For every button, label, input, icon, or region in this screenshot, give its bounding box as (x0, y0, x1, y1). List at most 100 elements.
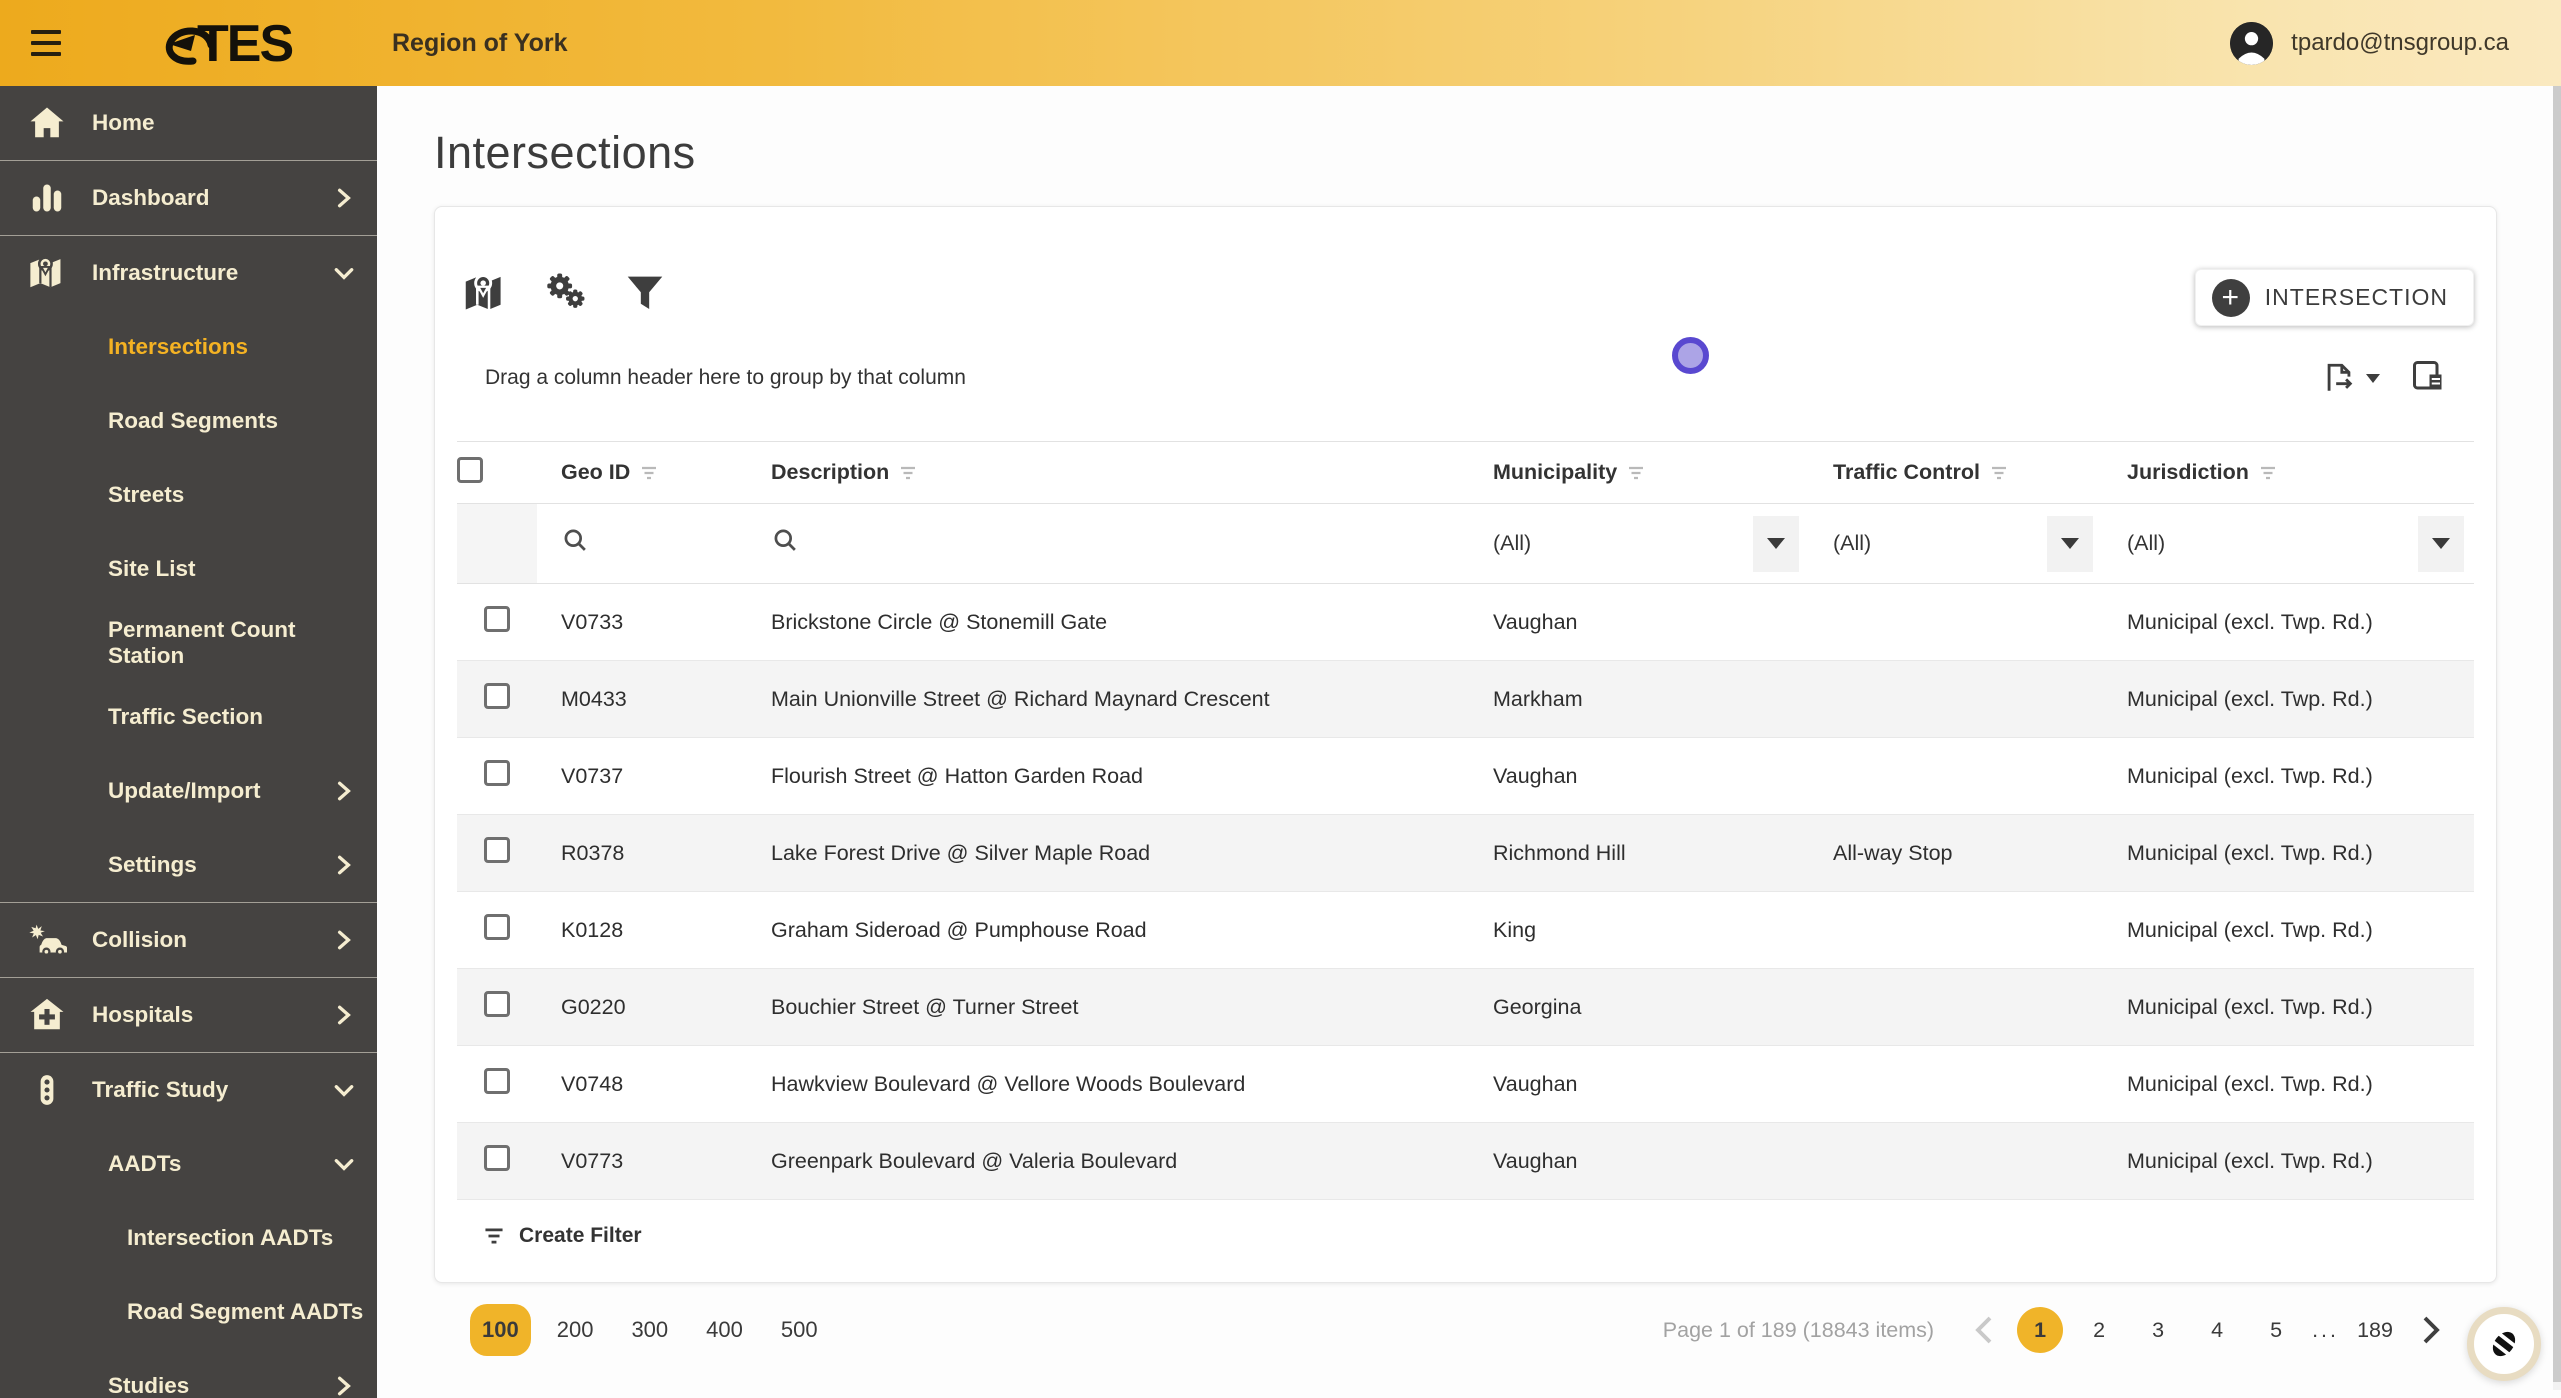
sidebar-item-road-segments[interactable]: Road Segments (0, 384, 377, 458)
hospital-icon (27, 995, 67, 1035)
user-avatar-icon[interactable] (2230, 21, 2274, 65)
row-checkbox[interactable] (484, 837, 510, 863)
description-search-field[interactable] (747, 503, 1469, 584)
table-row[interactable]: V0773 Greenpark Boulevard @ Valeria Boul… (457, 1122, 2474, 1200)
select-all-checkbox[interactable] (457, 456, 483, 483)
page-number-button[interactable]: 5 (2253, 1307, 2299, 1353)
column-header-municipality[interactable]: Municipality (1469, 441, 1809, 504)
page-size-button[interactable]: 200 (545, 1304, 606, 1356)
floating-action-button[interactable] (2467, 1307, 2541, 1381)
row-checkbox[interactable] (484, 991, 510, 1017)
sidebar-item-dashboard[interactable]: Dashboard (0, 161, 377, 235)
geo-id-search-field[interactable] (537, 503, 747, 584)
dropdown-arrow-icon[interactable] (1753, 515, 1799, 572)
page-size-selector: 100 200 300 400 500 (470, 1304, 830, 1356)
column-header-jurisdiction[interactable]: Jurisdiction (2103, 441, 2474, 504)
column-filter-icon[interactable] (1627, 465, 1645, 481)
column-header-geo-id[interactable]: Geo ID (537, 441, 747, 504)
row-checkbox[interactable] (484, 606, 510, 632)
chevron-right-icon (333, 1004, 355, 1026)
add-intersection-button[interactable]: + INTERSECTION (2194, 269, 2474, 326)
page-number-button[interactable]: 4 (2194, 1307, 2240, 1353)
sidebar-item-road-segment-aadts[interactable]: Road Segment AADTs (0, 1275, 377, 1349)
column-header-description[interactable]: Description (747, 441, 1469, 504)
collision-icon (27, 920, 67, 960)
search-icon (774, 529, 796, 551)
page-number-button[interactable]: 2 (2076, 1307, 2122, 1353)
dropdown-arrow-icon[interactable] (2047, 515, 2093, 572)
tes-logo[interactable]: TES (92, 0, 378, 86)
table-filter-row: (All) (All) (All) (457, 503, 2474, 584)
sidebar-item-aadts[interactable]: AADTs (0, 1127, 377, 1201)
row-checkbox[interactable] (484, 683, 510, 709)
traffic-light-icon (27, 1070, 67, 1110)
column-filter-icon[interactable] (1990, 465, 2008, 481)
scrollbar-thumb[interactable] (2553, 86, 2561, 1382)
dropdown-arrow-icon[interactable] (2418, 515, 2464, 572)
table-row[interactable]: V0748 Hawkview Boulevard @ Vellore Woods… (457, 1045, 2474, 1123)
user-email[interactable]: tpardo@tnsgroup.ca (2291, 29, 2509, 57)
sidebar-item-intersections[interactable]: Intersections (0, 310, 377, 384)
page-size-button[interactable]: 300 (619, 1304, 680, 1356)
table-row[interactable]: G0220 Bouchier Street @ Turner Street Ge… (457, 968, 2474, 1046)
page-size-button[interactable]: 500 (769, 1304, 830, 1356)
sidebar-item-update-import[interactable]: Update/Import (0, 754, 377, 828)
sidebar-item-permanent-count-station[interactable]: Permanent Count Station (0, 606, 377, 680)
bolt-icon (2488, 1329, 2520, 1359)
sidebar-item-traffic-section[interactable]: Traffic Section (0, 680, 377, 754)
page-number-button[interactable]: 3 (2135, 1307, 2181, 1353)
chevron-right-icon (333, 854, 355, 876)
gears-settings-icon[interactable] (541, 269, 589, 317)
sidebar-item-traffic-study[interactable]: Traffic Study (0, 1053, 377, 1127)
create-filter-icon (485, 1228, 503, 1243)
plus-icon: + (2211, 278, 2250, 317)
column-chooser-icon (2413, 360, 2442, 389)
municipality-filter-select[interactable]: (All) (1493, 515, 1799, 572)
previous-page-icon[interactable] (1964, 1310, 2004, 1350)
row-checkbox[interactable] (484, 760, 510, 786)
sidebar-item-settings[interactable]: Settings (0, 828, 377, 902)
group-by-hint: Drag a column header here to group by th… (485, 366, 966, 389)
row-checkbox[interactable] (484, 1145, 510, 1171)
page-number-button[interactable]: 189 (2352, 1307, 2398, 1353)
table-row[interactable]: V0733 Brickstone Circle @ Stonemill Gate… (457, 583, 2474, 661)
filter-funnel-icon[interactable] (621, 269, 669, 317)
page-size-button[interactable]: 100 (470, 1304, 531, 1356)
sidebar-item-streets[interactable]: Streets (0, 458, 377, 532)
export-icon (2327, 363, 2353, 391)
page-scrollbar[interactable] (2553, 86, 2561, 1390)
hamburger-menu-icon[interactable] (0, 0, 92, 86)
sidebar-item-site-list[interactable]: Site List (0, 532, 377, 606)
row-checkbox[interactable] (484, 914, 510, 940)
table-row[interactable]: V0737 Flourish Street @ Hatton Garden Ro… (457, 737, 2474, 815)
export-button[interactable] (2322, 361, 2380, 395)
column-filter-icon[interactable] (640, 465, 658, 481)
jurisdiction-filter-select[interactable]: (All) (2127, 515, 2464, 572)
page-status: Page 1 of 189 (18843 items) (1662, 1317, 1935, 1342)
sidebar-item-home[interactable]: Home (0, 86, 377, 160)
sidebar-item-infrastructure[interactable]: Infrastructure (0, 236, 377, 310)
svg-text:TES: TES (197, 15, 292, 73)
column-header-traffic-control[interactable]: Traffic Control (1809, 441, 2103, 504)
map-view-icon[interactable] (461, 269, 509, 317)
sidebar-item-studies[interactable]: Studies (0, 1349, 377, 1398)
table-row[interactable]: R0378 Lake Forest Drive @ Silver Maple R… (457, 814, 2474, 892)
create-filter-button[interactable]: Create Filter (457, 1200, 2474, 1271)
column-chooser-button[interactable] (2410, 358, 2446, 399)
sidebar-item-collision[interactable]: Collision (0, 903, 377, 977)
main-area: Intersections + INTERSECTION Drag a colu… (377, 86, 2561, 1398)
home-icon (27, 103, 67, 143)
column-filter-icon[interactable] (2259, 465, 2277, 481)
next-page-icon[interactable] (2411, 1310, 2451, 1350)
export-dropdown-caret-icon[interactable] (2366, 373, 2380, 383)
sidebar-item-hospitals[interactable]: Hospitals (0, 978, 377, 1052)
row-checkbox[interactable] (484, 1068, 510, 1094)
chevron-down-icon (333, 1079, 355, 1101)
traffic-control-filter-select[interactable]: (All) (1833, 515, 2093, 572)
table-row[interactable]: K0128 Graham Sideroad @ Pumphouse Road K… (457, 891, 2474, 969)
page-number-button[interactable]: 1 (2017, 1307, 2064, 1353)
table-row[interactable]: M0433 Main Unionville Street @ Richard M… (457, 660, 2474, 738)
page-size-button[interactable]: 400 (694, 1304, 755, 1356)
column-filter-icon[interactable] (899, 465, 917, 481)
sidebar-item-intersection-aadts[interactable]: Intersection AADTs (0, 1201, 377, 1275)
